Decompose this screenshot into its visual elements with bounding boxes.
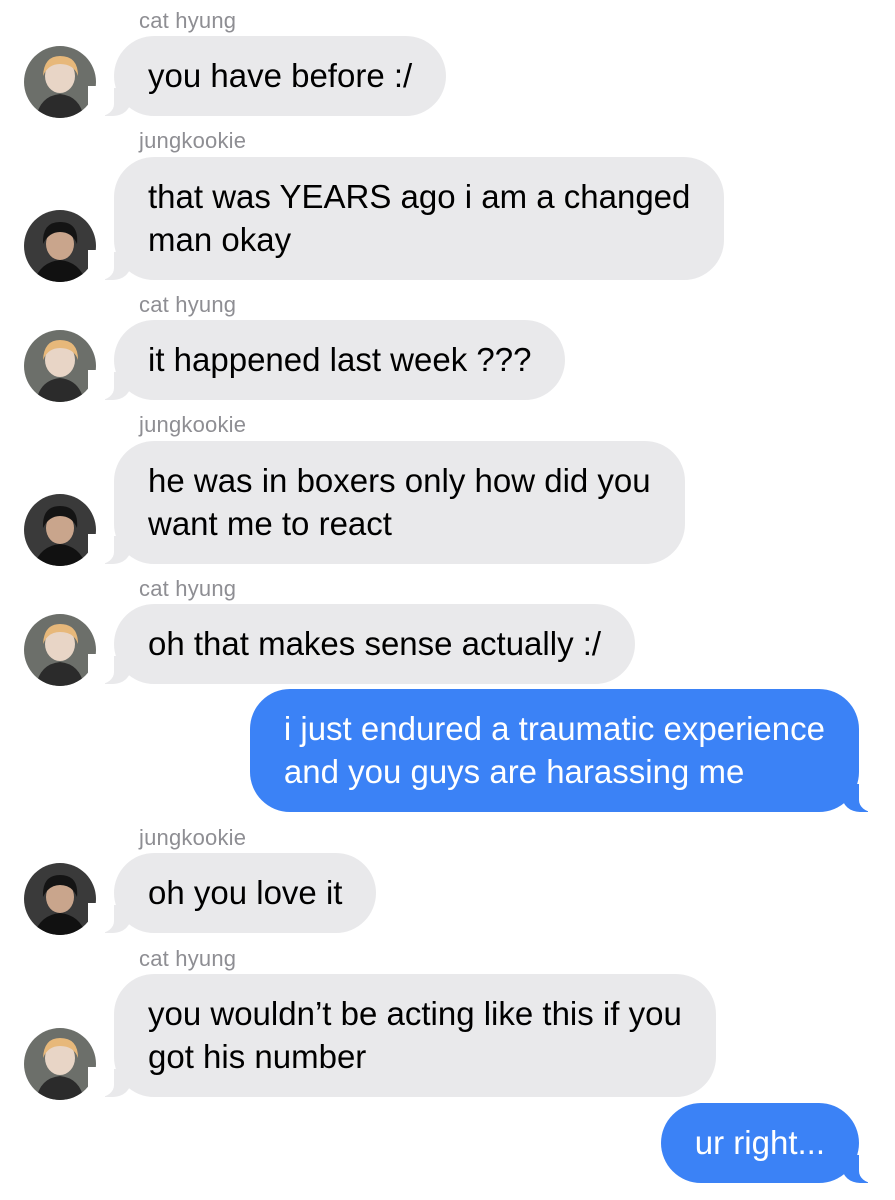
jungkookie-avatar-icon[interactable] xyxy=(24,863,96,935)
jungkookie-avatar-icon[interactable] xyxy=(24,494,96,566)
message-bubble-received[interactable]: it happened last week ??? xyxy=(87,320,566,400)
message-text: oh that makes sense actually :/ xyxy=(148,625,602,662)
message-text: oh you love it xyxy=(148,874,343,911)
message-bubble-sent[interactable]: i just endured a traumatic experience an… xyxy=(249,689,886,812)
message-text: he was in boxers only how did you xyxy=(148,462,651,499)
sender-name: jungkookie xyxy=(139,412,247,437)
message-text: it happened last week ??? xyxy=(148,341,532,378)
sender-name: cat hyung xyxy=(139,946,237,971)
sender-name: cat hyung xyxy=(139,292,237,317)
message-bubble-received[interactable]: oh that makes sense actually :/ xyxy=(87,604,636,684)
message-bubble-received[interactable]: he was in boxers only how did you want m… xyxy=(88,441,685,564)
message-text: you have before :/ xyxy=(148,57,413,94)
cat-hyung-avatar-icon[interactable] xyxy=(24,1028,96,1100)
sender-name: jungkookie xyxy=(139,825,247,850)
message-bubble-sent[interactable]: ur right... xyxy=(660,1103,886,1183)
message-bubble-received[interactable]: oh you love it xyxy=(87,853,377,933)
message-text: ur right... xyxy=(694,1124,825,1161)
cat-hyung-avatar-icon[interactable] xyxy=(24,614,96,686)
sender-name: cat hyung xyxy=(139,576,237,601)
message-text: you wouldn’t be acting like this if you xyxy=(148,995,682,1032)
message-text: man okay xyxy=(148,221,292,258)
jungkookie-avatar-icon[interactable] xyxy=(24,210,96,282)
message-bubble-received[interactable]: you have before :/ xyxy=(87,36,447,116)
message-bubble-received[interactable]: that was YEARS ago i am a changed man ok… xyxy=(87,157,725,280)
sender-name: cat hyung xyxy=(139,8,237,33)
cat-hyung-avatar-icon[interactable] xyxy=(24,330,96,402)
message-thread: cat hyung you have before :/ jungkookie … xyxy=(0,0,895,1200)
message-text: that was YEARS ago i am a changed xyxy=(148,178,691,215)
sender-name: jungkookie xyxy=(139,128,247,153)
message-text: and you guys are harassing me xyxy=(283,753,745,790)
message-text: want me to react xyxy=(148,505,392,542)
message-bubble-received[interactable]: you wouldn’t be acting like this if you … xyxy=(88,974,716,1097)
message-text: i just endured a traumatic experience xyxy=(283,710,825,747)
message-text: got his number xyxy=(148,1038,367,1075)
cat-hyung-avatar-icon[interactable] xyxy=(24,46,96,118)
